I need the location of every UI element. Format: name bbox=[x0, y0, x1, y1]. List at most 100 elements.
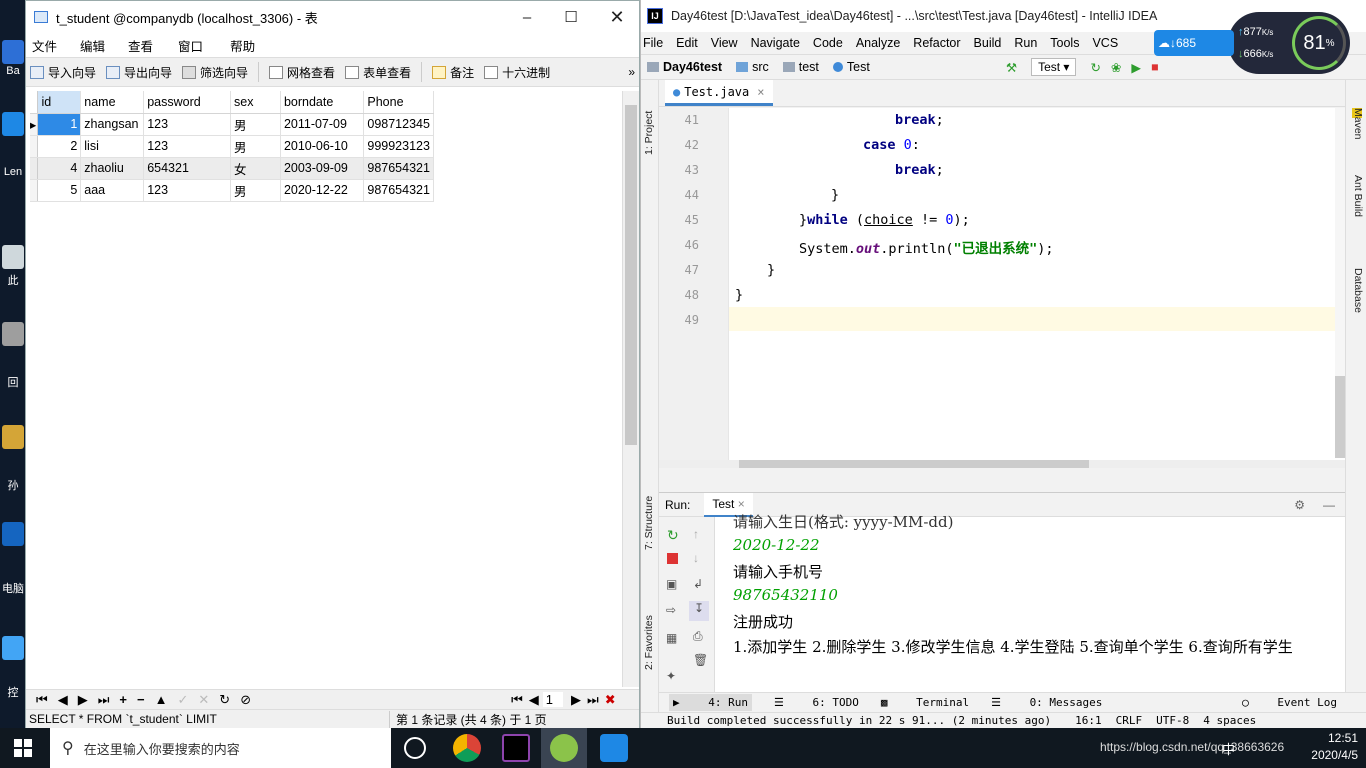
cell-sex[interactable]: 男 bbox=[230, 179, 281, 202]
desktop-icon-recycle[interactable] bbox=[2, 322, 24, 346]
apply-icon[interactable]: ▲ bbox=[155, 692, 168, 707]
cell-password[interactable]: 123 bbox=[143, 113, 231, 136]
gear-icon[interactable]: ⚙ bbox=[1294, 498, 1305, 512]
file-encoding[interactable]: UTF-8 bbox=[1156, 714, 1189, 727]
scroll-to-end-icon[interactable]: ↧ bbox=[689, 601, 709, 621]
menu-view[interactable]: 查看 bbox=[118, 36, 166, 55]
refresh-icon[interactable]: ↻ bbox=[219, 692, 230, 708]
up-arrow-icon[interactable]: ↑ bbox=[693, 527, 699, 541]
stop-icon[interactable]: ⊘ bbox=[240, 692, 251, 708]
clock[interactable]: 12:51 2020/4/5 bbox=[1311, 730, 1358, 764]
table-row[interactable]: 5 aaa 123 男 2020-12-22 987654321 bbox=[30, 179, 434, 202]
close-tab-icon[interactable]: × bbox=[757, 85, 764, 99]
cell-id[interactable]: 2 bbox=[37, 135, 82, 158]
next-page-icon[interactable]: ▶ bbox=[571, 692, 581, 708]
toolbar-overflow-icon[interactable]: » bbox=[628, 65, 635, 79]
breadcrumb-test[interactable]: test bbox=[782, 60, 819, 74]
tool-project[interactable]: 1: Project bbox=[643, 111, 655, 155]
tool-favorites[interactable]: 2: Favorites bbox=[643, 615, 655, 670]
layout-icon[interactable]: ▦ bbox=[666, 631, 677, 645]
export-wizard-button[interactable]: 导出向导 bbox=[106, 64, 172, 81]
scroll-thumb[interactable] bbox=[625, 105, 637, 445]
desktop-icon-folder[interactable] bbox=[2, 425, 24, 449]
scroll-thumb[interactable] bbox=[739, 460, 1089, 468]
indent-setting[interactable]: 4 spaces bbox=[1203, 714, 1256, 727]
cell-borndate[interactable]: 2020-12-22 bbox=[280, 179, 365, 202]
cursor-position[interactable]: 16:1 bbox=[1075, 714, 1102, 727]
editor-vertical-scrollbar[interactable] bbox=[1335, 108, 1345, 458]
chrome-icon[interactable] bbox=[453, 734, 481, 762]
ime-indicator[interactable]: 中 bbox=[1222, 739, 1235, 758]
first-record-icon[interactable]: ⏮ bbox=[36, 692, 48, 708]
menu-window[interactable]: 窗口 bbox=[166, 36, 216, 55]
trash-icon[interactable]: 🗑 bbox=[693, 653, 708, 667]
menu-code[interactable]: Code bbox=[813, 36, 843, 50]
tool-ant-build[interactable]: Ant Build bbox=[1352, 175, 1364, 217]
table-row[interactable]: ▸ 1 zhangsan 123 男 2011-07-09 098712345 bbox=[30, 113, 434, 136]
editor-horizontal-scrollbar[interactable] bbox=[659, 460, 1345, 468]
cell-password[interactable]: 123 bbox=[143, 179, 231, 202]
column-header-name[interactable]: name bbox=[80, 91, 145, 114]
breadcrumb-project[interactable]: Day46test bbox=[647, 60, 722, 74]
cell-borndate[interactable]: 2003-09-09 bbox=[280, 157, 365, 180]
table-row[interactable]: 2 lisi 123 男 2010-06-10 999923123 bbox=[30, 135, 434, 158]
code-editor[interactable]: 41 42 43 44 45 46 47 48 49 break; case 0… bbox=[659, 108, 1345, 468]
cell-borndate[interactable]: 2011-07-09 bbox=[280, 113, 365, 136]
menu-vcs[interactable]: VCS bbox=[1092, 36, 1118, 50]
tab-todo[interactable]: ☰ 6: TODO bbox=[774, 696, 859, 709]
maximize-button[interactable]: ☐ bbox=[548, 1, 594, 33]
column-header-phone[interactable]: Phone bbox=[363, 91, 434, 114]
print-icon[interactable]: ⎙ bbox=[693, 629, 703, 644]
prev-page-icon[interactable]: ◀ bbox=[529, 692, 539, 708]
tab-test-java[interactable]: ● Test.java × bbox=[665, 80, 773, 106]
menu-edit[interactable]: 编辑 bbox=[70, 36, 118, 55]
build-hammer-icon[interactable]: ⚒ bbox=[1006, 60, 1017, 75]
menu-build[interactable]: Build bbox=[974, 36, 1002, 50]
cancel-icon[interactable]: ✕ bbox=[198, 692, 209, 708]
next-record-icon[interactable]: ▶ bbox=[78, 692, 88, 708]
filter-wizard-button[interactable]: 筛选向导 bbox=[182, 64, 248, 81]
menu-refactor[interactable]: Refactor bbox=[913, 36, 960, 50]
menu-navigate[interactable]: Navigate bbox=[751, 36, 800, 50]
menu-file[interactable]: 文件 bbox=[26, 36, 70, 55]
last-page-icon[interactable]: ⏭ bbox=[587, 692, 599, 708]
cell-sex[interactable]: 女 bbox=[230, 157, 281, 180]
cell-phone[interactable]: 987654321 bbox=[363, 157, 434, 180]
grid-view-button[interactable]: 网格查看 bbox=[269, 64, 335, 81]
cell-sex[interactable]: 男 bbox=[230, 113, 281, 136]
cell-name[interactable]: zhaoliu bbox=[80, 157, 145, 180]
phone-app-icon[interactable] bbox=[600, 734, 628, 762]
menu-tools[interactable]: Tools bbox=[1050, 36, 1079, 50]
soft-wrap-icon[interactable]: ↲ bbox=[693, 577, 703, 591]
import-wizard-button[interactable]: 导入向导 bbox=[30, 64, 96, 81]
column-header-password[interactable]: password bbox=[143, 91, 231, 114]
memo-button[interactable]: 备注 bbox=[432, 64, 474, 81]
line-separator[interactable]: CRLF bbox=[1116, 714, 1143, 727]
hex-button[interactable]: 十六进制 bbox=[484, 64, 550, 81]
scroll-thumb[interactable] bbox=[1335, 376, 1345, 458]
cell-phone[interactable]: 999923123 bbox=[363, 135, 434, 158]
rerun-icon[interactable]: ↻ bbox=[1090, 60, 1100, 75]
tool-structure[interactable]: 7: Structure bbox=[643, 496, 655, 550]
cell-name[interactable]: aaa bbox=[80, 179, 145, 202]
prev-record-icon[interactable]: ◀ bbox=[58, 692, 68, 708]
breadcrumb-class[interactable]: Test bbox=[832, 60, 870, 74]
navicat-taskbar-item[interactable] bbox=[541, 728, 587, 768]
menu-file[interactable]: File bbox=[643, 36, 663, 50]
tool-maven[interactable]: Maven bbox=[1352, 108, 1364, 140]
desktop-icon-control[interactable] bbox=[2, 636, 24, 660]
table-row[interactable]: 4 zhaoliu 654321 女 2003-09-09 987654321 bbox=[30, 157, 434, 180]
coverage-icon[interactable]: ▶ bbox=[1131, 60, 1141, 75]
settings-icon[interactable]: ✖ bbox=[605, 692, 616, 708]
column-header-sex[interactable]: sex bbox=[230, 91, 281, 114]
exit-icon[interactable]: ⇨ bbox=[666, 603, 676, 617]
menu-run[interactable]: Run bbox=[1014, 36, 1037, 50]
event-log-button[interactable]: ◯ Event Log bbox=[1242, 696, 1337, 709]
network-monitor-widget[interactable]: ☁ ↓ 685 ↑877K/s ↓666K/s 81% bbox=[1154, 12, 1350, 74]
intellij-taskbar-icon[interactable] bbox=[502, 734, 530, 762]
down-arrow-icon[interactable]: ↓ bbox=[693, 551, 699, 565]
windows-start-icon[interactable] bbox=[14, 739, 32, 757]
camera-icon[interactable]: ▣ bbox=[666, 577, 677, 591]
stop-icon[interactable] bbox=[667, 553, 678, 564]
taskbar-search-box[interactable]: ⚲ 在这里输入你要搜索的内容 bbox=[50, 728, 391, 768]
